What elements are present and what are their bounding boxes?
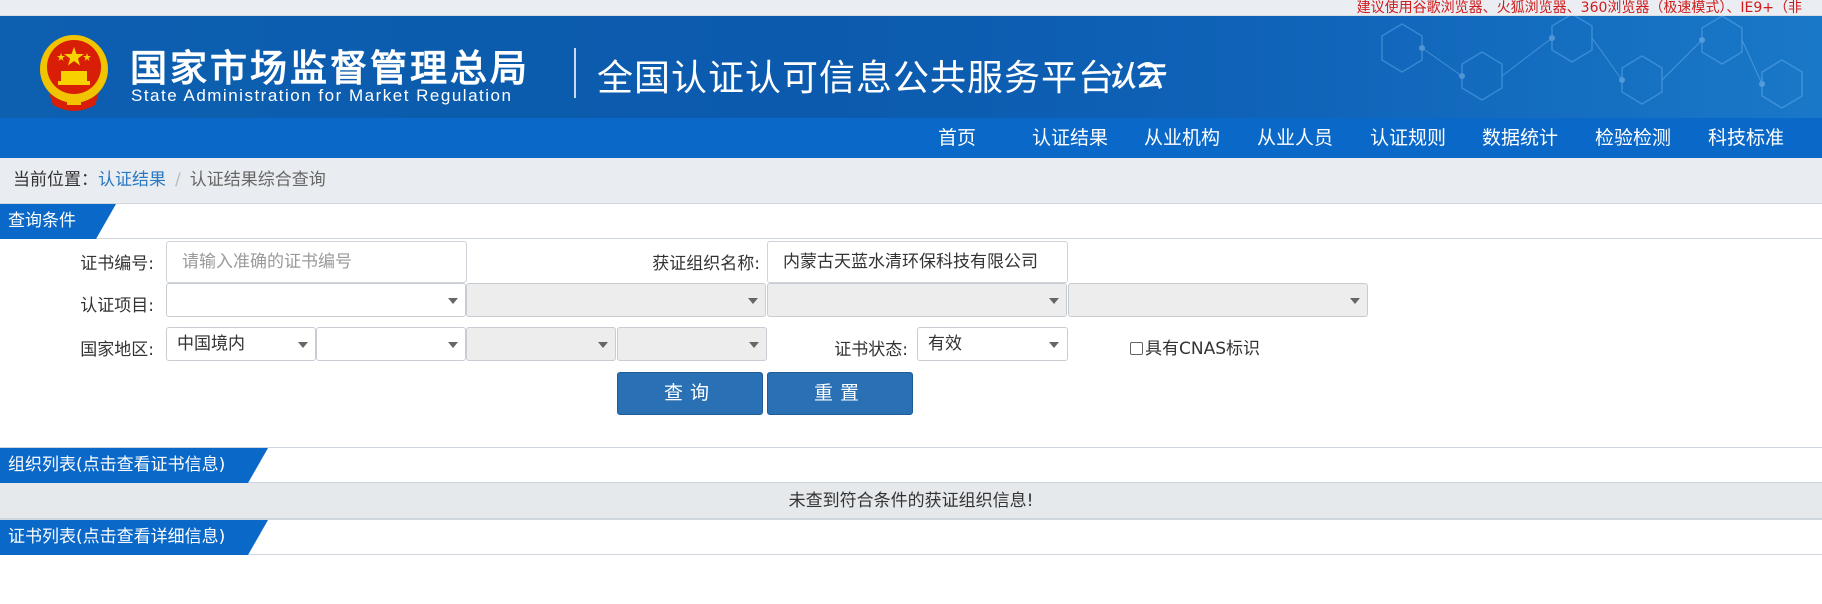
project-select-4[interactable] xyxy=(1068,283,1368,317)
org-name-input[interactable]: 内蒙古天蓝水清环保科技有限公司 xyxy=(767,241,1068,283)
org-name-label: 获证组织名称: xyxy=(652,254,760,274)
query-section-header: 查询条件 xyxy=(0,203,1822,239)
chevron-down-icon xyxy=(448,342,458,348)
status-select[interactable]: 有效 xyxy=(917,327,1068,361)
nav-item-personnel[interactable]: 从业人员 xyxy=(1257,118,1333,158)
org-list-title: 组织列表(点击查看证书信息) xyxy=(0,448,248,483)
chevron-down-icon xyxy=(1049,342,1059,348)
breadcrumb-link-cert-results[interactable]: 认证结果 xyxy=(98,170,166,190)
org-list-section-header: 组织列表(点击查看证书信息) xyxy=(0,447,1822,483)
cert-no-input[interactable]: 请输入准确的证书编号 xyxy=(166,241,467,283)
header-divider xyxy=(574,48,576,98)
chevron-down-icon xyxy=(749,342,759,348)
project-label: 认证项目: xyxy=(80,296,154,316)
cnas-checkbox-group[interactable]: 具有CNAS标识 xyxy=(1130,334,1260,359)
cert-no-label: 证书编号: xyxy=(80,254,154,274)
project-select-3[interactable] xyxy=(767,283,1067,317)
chevron-down-icon xyxy=(598,342,608,348)
project-select-2[interactable] xyxy=(466,283,766,317)
breadcrumb-current: 认证结果综合查询 xyxy=(189,170,326,190)
reset-button[interactable]: 重置 xyxy=(767,372,913,415)
platform-title: 全国认证认可信息公共服务平台 xyxy=(597,58,1116,99)
nav-item-tech-standards[interactable]: 科技标准 xyxy=(1708,118,1784,158)
breadcrumb-prefix: 当前位置： xyxy=(13,170,98,190)
browser-tip: 建议使用谷歌浏览器、火狐浏览器、360浏览器（极速模式）、IE9+（非 xyxy=(1356,0,1802,16)
chevron-down-icon xyxy=(1049,298,1059,304)
status-label: 证书状态: xyxy=(834,340,908,360)
chevron-down-icon xyxy=(298,342,308,348)
nav-item-cert-rules[interactable]: 认证规则 xyxy=(1370,118,1446,158)
main-nav: 首页 认证结果 从业机构 从业人员 认证规则 数据统计 检验检测 科技标准 xyxy=(0,118,1822,158)
cert-list-title: 证书列表(点击查看详细信息) xyxy=(0,520,248,555)
org-list-empty-message: 未查到符合条件的获证组织信息! xyxy=(0,483,1822,519)
region-select-1[interactable]: 中国境内 xyxy=(166,327,316,361)
region-select-4[interactable] xyxy=(617,327,767,361)
nav-item-institutions[interactable]: 从业机构 xyxy=(1144,118,1220,158)
nav-item-cert-results[interactable]: 认证结果 xyxy=(1032,118,1108,158)
region-label: 国家地区: xyxy=(80,340,154,360)
chevron-down-icon xyxy=(448,298,458,304)
browser-tip-bar: 建议使用谷歌浏览器、火狐浏览器、360浏览器（极速模式）、IE9+（非 xyxy=(0,0,1822,16)
cert-list-section-header: 证书列表(点击查看详细信息) xyxy=(0,519,1822,555)
region-select-3[interactable] xyxy=(466,327,616,361)
nav-item-statistics[interactable]: 数据统计 xyxy=(1482,118,1558,158)
query-form: 证书编号: 请输入准确的证书编号 获证组织名称: 内蒙古天蓝水清环保科技有限公司… xyxy=(0,239,1822,447)
tab-tail-decoration xyxy=(96,204,116,239)
cnas-checkbox[interactable] xyxy=(1130,342,1143,355)
breadcrumb-separator: / xyxy=(175,170,181,190)
national-emblem-icon xyxy=(40,35,108,111)
project-select-1[interactable] xyxy=(166,283,466,317)
breadcrumb: 当前位置：认证结果 / 认证结果综合查询 xyxy=(0,158,1822,203)
nav-item-inspection[interactable]: 检验检测 xyxy=(1595,118,1671,158)
region-select-2[interactable] xyxy=(316,327,466,361)
agency-name-cn: 国家市场监督管理总局 xyxy=(130,47,530,90)
search-button[interactable]: 查询 xyxy=(617,372,763,415)
renyun-logo-icon: 认云 xyxy=(1108,60,1167,93)
chevron-down-icon xyxy=(748,298,758,304)
site-header: 国家市场监督管理总局 State Administration for Mark… xyxy=(0,16,1822,118)
tab-tail-decoration xyxy=(248,448,268,483)
chevron-down-icon xyxy=(1350,298,1360,304)
cnas-checkbox-label: 具有CNAS标识 xyxy=(1145,339,1261,359)
hexagon-decoration xyxy=(1381,16,1803,109)
query-section-title: 查询条件 xyxy=(0,204,96,239)
nav-item-home[interactable]: 首页 xyxy=(938,118,976,158)
agency-name-en: State Administration for Market Regulati… xyxy=(131,86,513,105)
tab-tail-decoration xyxy=(248,520,268,555)
